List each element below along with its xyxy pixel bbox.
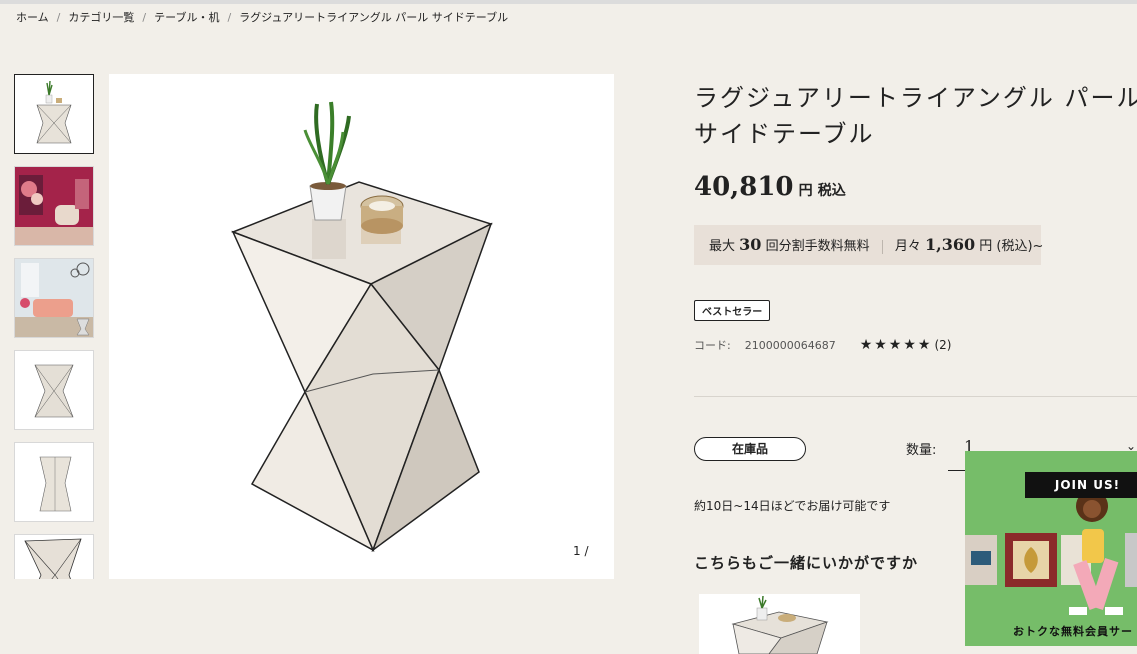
- membership-promo-popup[interactable]: JOIN US! おトクな無料会員サー: [965, 451, 1137, 646]
- breadcrumb-separator: /: [56, 11, 61, 24]
- installment-monthly-amount: 1,360: [925, 235, 976, 254]
- top-border: [0, 0, 1137, 4]
- installment-monthly-suffix: 円 (税込)~: [979, 239, 1044, 254]
- product-title: ラグジュアリートライアングル パール サイドテーブル: [694, 84, 1137, 148]
- breadcrumb-current: ラグジュアリートライアングル パール サイドテーブル: [239, 11, 509, 24]
- thumbnail-image-table-front: [15, 351, 93, 429]
- product-meta: コード: 2100000064687 ★★★★★ (2): [694, 337, 951, 353]
- join-us-button[interactable]: JOIN US!: [1025, 472, 1137, 498]
- breadcrumb-home[interactable]: ホーム: [16, 11, 49, 24]
- thumbnail-3[interactable]: [14, 258, 94, 338]
- price-block: 40,810 円 税込: [694, 172, 846, 202]
- delivery-estimate: 約10日~14日ほどでお届け可能です: [694, 499, 891, 513]
- recommended-product-card[interactable]: [699, 594, 860, 654]
- price-tax-label: 税込: [817, 183, 846, 199]
- thumbnail-image-table: [15, 75, 93, 153]
- installment-max-label: 最大: [709, 239, 736, 254]
- breadcrumb-subcategory[interactable]: テーブル・机: [154, 11, 219, 24]
- thumbnail-1[interactable]: [14, 74, 94, 154]
- code-value: 2100000064687: [744, 338, 836, 352]
- breadcrumb-separator: /: [142, 11, 147, 24]
- breadcrumb: ホーム / カテゴリ一覧 / テーブル・机 / ラグジュアリートライアングル パール サイド…: [16, 9, 508, 25]
- promo-caption: おトクな無料会員サー: [1013, 625, 1133, 638]
- thumbnail-image-table-side: [15, 443, 93, 521]
- price-amount: 40,810: [694, 172, 794, 202]
- review-count[interactable]: (2): [934, 338, 951, 352]
- thumbnail-list: [14, 74, 94, 579]
- breadcrumb-category[interactable]: カテゴリ一覧: [68, 11, 134, 24]
- installment-banner: 最大 30 回分割手数料無料 月々 1,360 円 (税込)~: [694, 225, 1044, 265]
- recommend-heading: こちらもご一緒にいかがですか: [694, 554, 919, 572]
- thumbnail-image-table-detail: [15, 535, 93, 579]
- thumbnail-5[interactable]: [14, 442, 94, 522]
- installment-max-suffix: 回分割手数料無料: [765, 239, 870, 254]
- rating-stars-icon[interactable]: ★★★★★: [860, 337, 933, 353]
- thumbnail-6[interactable]: [14, 534, 94, 579]
- thumbnail-2[interactable]: [14, 166, 94, 246]
- installment-max-count: 30: [739, 235, 762, 254]
- installment-monthly-label: 月々: [894, 239, 921, 254]
- stock-status-badge: 在庫品: [694, 437, 806, 461]
- breadcrumb-separator: /: [227, 11, 232, 24]
- thumbnail-image-room-red: [15, 167, 93, 245]
- bestseller-badge: ベストセラー: [694, 300, 771, 321]
- image-counter: 1 /: [573, 544, 589, 558]
- thumbnail-4[interactable]: [14, 350, 94, 430]
- installment-divider: [881, 239, 883, 254]
- table-illustration: [109, 74, 614, 579]
- thumbnail-image-room-pink: [15, 259, 93, 337]
- main-product-image[interactable]: 1 /: [109, 74, 614, 579]
- price-unit: 円: [798, 183, 813, 199]
- divider: [694, 396, 1137, 397]
- recommended-product-image: [699, 594, 860, 654]
- code-label: コード:: [694, 339, 731, 352]
- product-info: ラグジュアリートライアングル パール サイドテーブル 40,810 円 税込 最…: [694, 80, 1137, 654]
- quantity-label: 数量:: [906, 443, 937, 458]
